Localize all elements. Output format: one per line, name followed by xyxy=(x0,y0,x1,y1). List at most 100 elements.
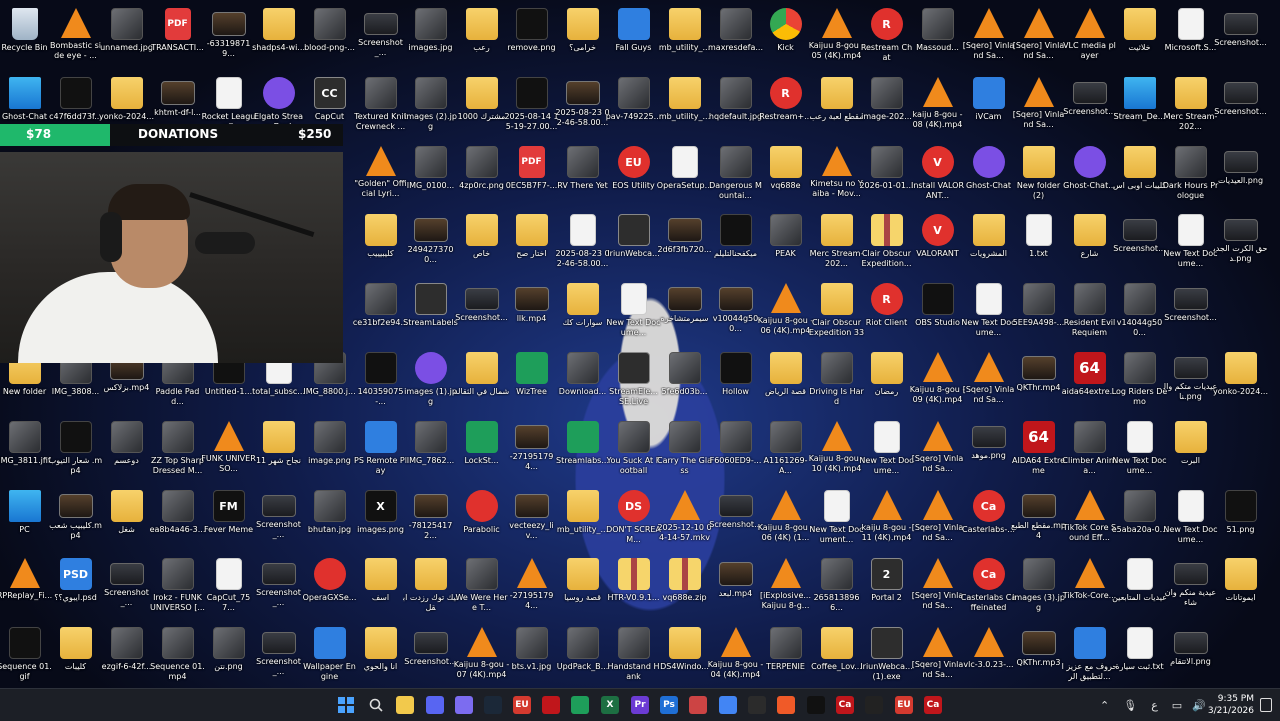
desktop-icon[interactable]: OperaSetup... xyxy=(657,142,712,210)
desktop-icon[interactable]: Clair Obscur Expedition 33 xyxy=(809,279,864,347)
desktop-icon[interactable]: ZZ Top Sharp Dressed M... xyxy=(151,417,204,485)
desktop-icon[interactable]: اختار صح xyxy=(506,210,557,278)
desktop-icon[interactable]: نجاح شهر 11 xyxy=(253,417,304,485)
desktop-icon[interactable]: شارع xyxy=(1064,210,1115,278)
desktop-icon[interactable]: images (1).jpg xyxy=(404,348,457,416)
taskbar-excel-icon[interactable]: X xyxy=(601,696,619,714)
desktop-icon[interactable]: Screenshot... xyxy=(1063,73,1116,141)
taskbar-chrome-icon[interactable] xyxy=(719,696,737,714)
taskbar-app-red-icon[interactable] xyxy=(542,696,560,714)
desktop-icon[interactable]: QKThr.mp4 xyxy=(1013,348,1064,416)
desktop-icon[interactable]: mb_utility_... xyxy=(659,73,710,141)
desktop-icon[interactable]: New folder (2) xyxy=(1013,142,1064,210)
desktop-icon[interactable]: خاص xyxy=(456,210,507,278)
desktop-icon[interactable]: Screenshot_... xyxy=(253,486,304,554)
taskbar-app-dark-icon[interactable] xyxy=(865,696,883,714)
desktop-icon[interactable]: IriunWebca... xyxy=(607,210,660,278)
desktop-icon[interactable]: Climber Anima... xyxy=(1062,417,1117,485)
desktop-icon[interactable]: pav-749225... xyxy=(606,73,661,141)
desktop-icon[interactable]: Recycle Bin xyxy=(0,4,50,72)
desktop-icon[interactable]: 64 AIDA64 Extreme xyxy=(1012,417,1065,485)
desktop-icon[interactable]: IMG_7862... xyxy=(405,417,456,485)
desktop-icon[interactable]: mb_utility_... xyxy=(659,4,710,72)
desktop-icon[interactable]: [Sqero] Vinland Sa... xyxy=(963,348,1014,416)
desktop-icon[interactable]: images (2).jpg xyxy=(404,73,457,141)
desktop-icon[interactable]: New Text Docume... xyxy=(1163,486,1218,554)
desktop-icon[interactable]: EU EOS Utility xyxy=(608,142,659,210)
desktop-icon[interactable]: ezgif-6-42f... xyxy=(101,623,152,691)
desktop-icon[interactable]: Ca Casterlabs-... xyxy=(962,486,1015,554)
desktop-icon[interactable]: TERPENIE xyxy=(760,623,811,691)
desktop-icon[interactable]: TikTok Core Sound Eff... xyxy=(1063,486,1116,554)
desktop-icon[interactable]: llk.mp4 xyxy=(506,279,557,347)
desktop-icon[interactable]: انا والحوي xyxy=(355,623,406,691)
desktop-icon[interactable]: قصة الرياض xyxy=(760,348,811,416)
desktop-icon[interactable]: ce31bf2e94... xyxy=(353,279,408,347)
desktop-icon[interactable]: e5aba20a-0... xyxy=(1112,486,1167,554)
desktop-icon[interactable]: Merc Stream-202... xyxy=(1164,73,1217,141)
desktop-icon[interactable]: Kimetsu no Yaiba - Mov... xyxy=(810,142,863,210)
mic-icon[interactable]: 🎙 xyxy=(1123,699,1137,712)
desktop-icon[interactable]: LockSt... xyxy=(456,417,507,485)
desktop-icon[interactable]: StreamLabels xyxy=(403,279,458,347)
desktop-icon[interactable]: PDF 0EC5B7F7-... xyxy=(506,142,557,210)
desktop-icon[interactable]: Wallpaper Engine xyxy=(303,623,356,691)
desktop-icon[interactable]: لبعد.mp4 xyxy=(710,554,761,622)
desktop-icon[interactable]: 1000 مشترك xyxy=(456,73,507,141)
desktop-icon[interactable]: العيديات.png xyxy=(1215,142,1266,210)
desktop-icon[interactable]: [Sqero] Vinland Sa... xyxy=(912,486,963,554)
desktop-icon[interactable]: Screenshot... xyxy=(404,623,457,691)
desktop-icon[interactable]: 2025-08-14 15-19-27.00... xyxy=(504,73,559,141)
desktop-icon[interactable]: Carry The Glass xyxy=(657,417,712,485)
desktop-icon[interactable]: مقطع لعبة رعب xyxy=(810,73,863,141)
taskbar-casterlabs-icon[interactable]: Ca xyxy=(836,696,854,714)
desktop-icon[interactable]: PC xyxy=(0,486,50,554)
desktop-icon[interactable]: New Text Docume... xyxy=(961,279,1016,347)
desktop-icon[interactable]: رعب xyxy=(456,4,507,72)
desktop-icon[interactable]: WizTree xyxy=(506,348,557,416)
desktop-icon[interactable]: v14044g500... xyxy=(1114,279,1165,347)
desktop-icon[interactable]: images.jpg xyxy=(405,4,456,72)
desktop-icon[interactable]: -781254172... xyxy=(405,486,456,554)
desktop-icon[interactable]: مقطع الطبع.mp4 xyxy=(1011,486,1066,554)
desktop-icon[interactable]: رمضان xyxy=(861,348,912,416)
desktop-icon[interactable]: New Text Docume... xyxy=(606,279,661,347)
desktop-icon[interactable]: kaiju 8-gou - 08 (4K).mp4 xyxy=(912,73,963,141)
desktop-icon[interactable]: [Sqero] Vinland Sa... xyxy=(1013,73,1064,141)
desktop-icon[interactable]: 1.txt xyxy=(1013,210,1064,278)
volume-icon[interactable]: 🔊 xyxy=(1192,699,1206,712)
desktop-icon[interactable]: You Suck At Football xyxy=(607,417,660,485)
desktop-icon[interactable]: حق الكرت الجديد.png xyxy=(1214,210,1267,278)
taskbar-photoshop-icon[interactable]: Ps xyxy=(660,696,678,714)
desktop-icon[interactable]: سوارات كك xyxy=(557,279,608,347)
desktop-icon[interactable]: 5EE9A498-... xyxy=(1013,279,1064,347)
desktop-icon[interactable]: 2494273700... xyxy=(405,210,456,278)
desktop-icon[interactable]: Kaijuu 8-gou - 07 (4K).mp4 xyxy=(454,623,509,691)
desktop-icon[interactable]: Screenshot_... xyxy=(355,4,406,72)
desktop-icon[interactable]: bhutan.jpg xyxy=(304,486,355,554)
desktop-icon[interactable]: Screenshot... xyxy=(709,486,762,554)
desktop-icon[interactable]: نتن.png xyxy=(203,623,254,691)
taskbar-capcut-icon[interactable] xyxy=(807,696,825,714)
desktop-icon[interactable]: VLC media player xyxy=(1063,4,1116,72)
desktop-icon[interactable]: Driving Is Hard xyxy=(809,348,864,416)
desktop-icon[interactable]: PEAK xyxy=(760,210,811,278)
desktop-icon[interactable]: 140359075-... xyxy=(355,348,406,416)
desktop-icon[interactable]: 4zp0rc.png xyxy=(456,142,507,210)
desktop-icon[interactable]: kaiju 8-gou - 11 (4K).mp4 xyxy=(861,486,912,554)
desktop-icon[interactable]: Kaijuu 8-gou - 09 (4K).mp4 xyxy=(910,348,965,416)
desktop-icon[interactable]: Parabolic xyxy=(456,486,507,554)
desktop-icon[interactable]: ميكفحنالتليلم xyxy=(710,210,761,278)
desktop-icon[interactable]: [iExplosive... Kaijuu 8-g... xyxy=(760,554,811,622)
desktop-icon[interactable]: DS DON'T SCREAM... xyxy=(606,486,661,554)
desktop-icon[interactable]: "Golden" Official Lyri... xyxy=(354,142,407,210)
desktop-icon[interactable]: StreamEle... SE.Live xyxy=(608,348,659,416)
desktop-icon[interactable]: المشرويات xyxy=(963,210,1014,278)
desktop-icon[interactable]: CapCut_757... xyxy=(203,554,254,622)
desktop-icon[interactable]: mb_utility_... xyxy=(557,486,608,554)
desktop-icon[interactable]: images (3).jpg xyxy=(1012,554,1065,622)
desktop-icon[interactable]: Microsoft.S... xyxy=(1165,4,1216,72)
desktop-icon[interactable]: Ximages.png xyxy=(355,486,406,554)
desktop-icon[interactable]: تيك توك رزدت ابقل xyxy=(403,554,458,622)
desktop-icon[interactable]: Resident Evil Requiem xyxy=(1064,279,1115,347)
